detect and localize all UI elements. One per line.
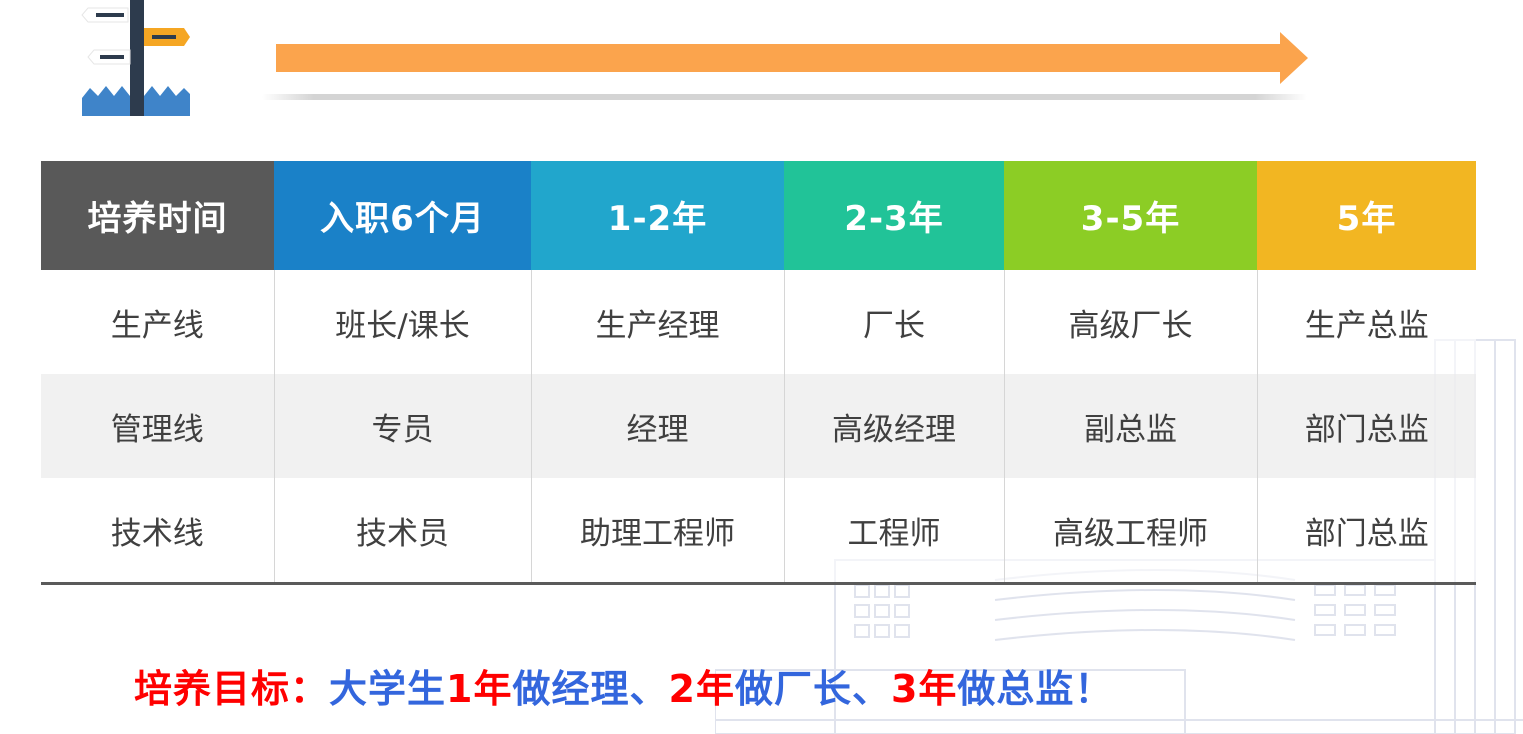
table-cell: 部门总监 <box>1256 478 1476 585</box>
slogan-part: 做厂长、 <box>734 667 891 711</box>
slogan-part: 大学生 <box>329 667 447 711</box>
header-cell: 5年 <box>1257 161 1476 270</box>
header-cell: 1-2年 <box>531 161 784 270</box>
table-cell: 部门总监 <box>1256 374 1476 478</box>
table-header-row: 培养时间 入职6个月 1-2年 2-3年 3-5年 5年 <box>41 161 1476 270</box>
header-cell: 3-5年 <box>1004 161 1257 270</box>
training-goal-slogan: 培养目标：大学生1年做经理、2年做厂长、3年做总监！ <box>134 658 1113 713</box>
track-label: 技术线 <box>41 478 274 585</box>
slogan-part: 做总监！ <box>957 667 1114 711</box>
slogan-part: 1年 <box>446 667 513 711</box>
table-cell: 工程师 <box>783 478 1004 585</box>
table-row: 技术线 技术员 助理工程师 工程师 高级工程师 部门总监 <box>41 478 1476 585</box>
table-cell: 厂长 <box>783 270 1004 374</box>
table-cell: 生产经理 <box>530 270 784 374</box>
table-cell: 经理 <box>530 374 784 478</box>
track-label: 生产线 <box>41 270 274 374</box>
table-row: 管理线 专员 经理 高级经理 副总监 部门总监 <box>41 374 1476 478</box>
table-cell: 技术员 <box>273 478 531 585</box>
table-cell: 专员 <box>273 374 531 478</box>
header-cell: 入职6个月 <box>274 161 531 270</box>
arrow-shape <box>276 32 1308 84</box>
table-cell: 高级经理 <box>783 374 1004 478</box>
slogan-part: 培养目标： <box>134 667 330 711</box>
career-path-table: 培养时间 入职6个月 1-2年 2-3年 3-5年 5年 生产线 班长/课长 生… <box>41 161 1476 585</box>
slogan-part: 做经理、 <box>512 667 669 711</box>
table-cell: 高级厂长 <box>1003 270 1257 374</box>
table-cell: 生产总监 <box>1256 270 1476 374</box>
slogan-part: 2年 <box>668 667 735 711</box>
track-label: 管理线 <box>41 374 274 478</box>
table-cell: 副总监 <box>1003 374 1257 478</box>
table-cell: 高级工程师 <box>1003 478 1257 585</box>
table-cell: 助理工程师 <box>530 478 784 585</box>
progress-arrow <box>262 32 1308 100</box>
signpost-icon <box>81 0 190 116</box>
table-cell: 班长/课长 <box>273 270 531 374</box>
header-cell: 培养时间 <box>41 161 274 270</box>
table-row: 生产线 班长/课长 生产经理 厂长 高级厂长 生产总监 <box>41 270 1476 374</box>
header-cell: 2-3年 <box>784 161 1004 270</box>
slogan-part: 3年 <box>890 667 958 711</box>
